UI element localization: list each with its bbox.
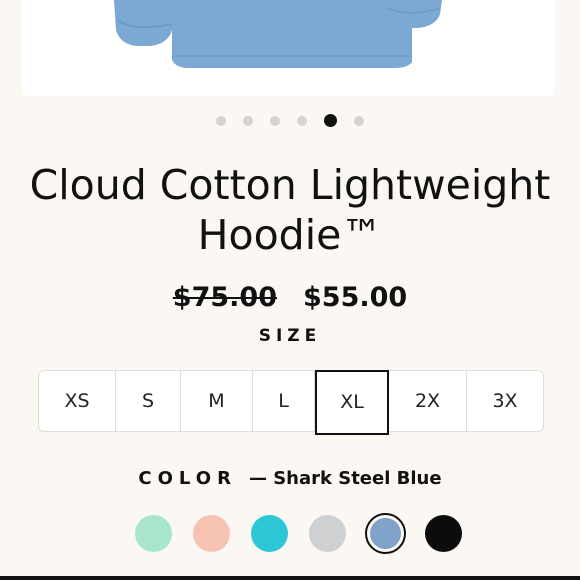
selected-color-name: — Shark Steel Blue <box>248 468 442 489</box>
swatch-black[interactable] <box>423 513 464 554</box>
size-option-xs[interactable]: XS <box>39 371 116 431</box>
swatch-fill <box>251 515 288 552</box>
original-price: $75.00 <box>172 282 277 313</box>
swatch-fill <box>193 515 230 552</box>
carousel-dot[interactable] <box>354 115 364 126</box>
swatch-fill <box>135 515 172 552</box>
bottom-bar <box>0 576 580 580</box>
size-option-xl[interactable]: XL <box>315 369 389 435</box>
size-option-l[interactable]: L <box>253 371 315 431</box>
swatch-heather-grey[interactable] <box>307 513 348 554</box>
swatch-mint[interactable] <box>133 513 174 554</box>
swatch-shark-steel-blue[interactable] <box>365 513 406 554</box>
carousel-dots <box>0 114 580 127</box>
color-swatches <box>133 513 464 554</box>
price-row: $75.00 $55.00 <box>0 282 580 313</box>
swatch-fill <box>370 518 401 549</box>
size-selector: XS S M L XL 2X 3X <box>38 369 544 435</box>
size-option-2x[interactable]: 2X <box>389 371 467 431</box>
hoodie-image <box>114 0 442 68</box>
carousel-dot-active[interactable] <box>324 114 337 127</box>
product-image[interactable] <box>22 0 555 96</box>
swatch-peach[interactable] <box>191 513 232 554</box>
carousel-dot[interactable] <box>216 115 226 126</box>
carousel-dot[interactable] <box>270 115 280 126</box>
swatch-fill <box>309 515 346 552</box>
size-option-s[interactable]: S <box>116 371 181 431</box>
size-option-m[interactable]: M <box>181 371 253 431</box>
swatch-fill <box>425 515 462 552</box>
swatch-turquoise[interactable] <box>249 513 290 554</box>
size-option-3x[interactable]: 3X <box>467 371 543 431</box>
product-title: Cloud Cotton Lightweight Hoodie™ <box>29 161 551 259</box>
size-label: SIZE <box>258 326 322 346</box>
color-heading: COLOR — Shark Steel Blue <box>0 468 580 489</box>
carousel-dot[interactable] <box>297 115 307 126</box>
carousel-dot[interactable] <box>243 115 253 126</box>
color-label: COLOR <box>138 468 237 489</box>
sale-price: $55.00 <box>303 282 408 313</box>
